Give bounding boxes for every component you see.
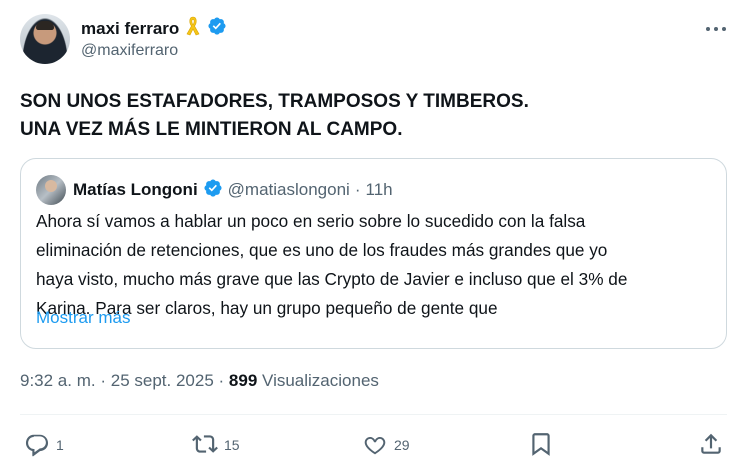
author-handle[interactable]: @maxiferraro: [81, 42, 178, 60]
tweet-time[interactable]: 9:32 a. m.: [20, 371, 96, 390]
verified-badge-icon: [207, 16, 227, 41]
heart-icon: [362, 431, 388, 460]
quoted-tweet-card[interactable]: Matías Longoni @matiaslongoni · 11h Ahor…: [20, 158, 727, 349]
tweet-text: SON UNOS ESTAFADORES, TRAMPOSOS Y TIMBER…: [20, 88, 720, 144]
avatar-hair: [36, 21, 54, 30]
views-count: 899: [228, 371, 258, 390]
more-options-icon[interactable]: [704, 20, 728, 38]
verified-badge-icon: [203, 178, 223, 203]
yellow-ribbon-icon: [185, 16, 201, 41]
bookmark-icon: [528, 431, 554, 460]
quoted-text-line: haya visto, mucho más grave que las Cryp…: [36, 269, 628, 289]
separator-dot: ·: [354, 180, 361, 199]
action-bar: 1 15 29: [20, 428, 727, 462]
share-button[interactable]: [698, 428, 724, 462]
separator-dot: ·: [218, 371, 225, 390]
quoted-text-line: Karina. Para ser claros, hay un grupo pe…: [36, 298, 498, 318]
retweet-icon: [192, 431, 218, 460]
tweet-header: maxi ferraro @maxiferraro: [20, 14, 730, 66]
quoted-tweet-header: Matías Longoni @matiaslongoni · 11h: [36, 175, 393, 205]
tweet-text-line: SON UNOS ESTAFADORES, TRAMPOSOS Y TIMBER…: [20, 91, 529, 112]
separator-dot: ·: [100, 371, 107, 390]
reply-count: 1: [56, 437, 64, 453]
reply-icon: [24, 431, 50, 460]
quoted-author-display-name[interactable]: Matías Longoni: [73, 180, 198, 200]
retweet-button[interactable]: 15: [192, 428, 240, 462]
author-display-name[interactable]: maxi ferraro: [81, 19, 179, 39]
tweet-meta: 9:32 a. m. · 25 sept. 2025 · 899 Visuali…: [20, 371, 379, 391]
author-avatar[interactable]: [20, 14, 70, 64]
quoted-tweet-time[interactable]: 11h: [366, 180, 393, 200]
quoted-tweet-text: Ahora sí vamos a hablar un poco en serio…: [36, 207, 716, 323]
quoted-author-avatar[interactable]: [36, 175, 66, 205]
like-count: 29: [394, 437, 410, 453]
retweet-count: 15: [224, 437, 240, 453]
like-button[interactable]: 29: [362, 428, 410, 462]
bookmark-button[interactable]: [528, 428, 554, 462]
reply-button[interactable]: 1: [24, 428, 64, 462]
tweet-date[interactable]: 25 sept. 2025: [111, 371, 214, 390]
quoted-author-handle[interactable]: @matiaslongoni: [228, 180, 350, 200]
tweet-text-line: UNA VEZ MÁS LE MINTIERON AL CAMPO.: [20, 119, 403, 140]
quoted-text-line: eliminación de retenciones, que es uno d…: [36, 240, 608, 260]
divider: [20, 414, 727, 415]
show-more-link[interactable]: Mostrar más: [36, 308, 130, 328]
author-name-row: maxi ferraro: [81, 16, 227, 41]
views-label: Visualizaciones: [262, 371, 379, 390]
share-icon: [698, 431, 724, 460]
quoted-text-line: Ahora sí vamos a hablar un poco en serio…: [36, 211, 586, 231]
